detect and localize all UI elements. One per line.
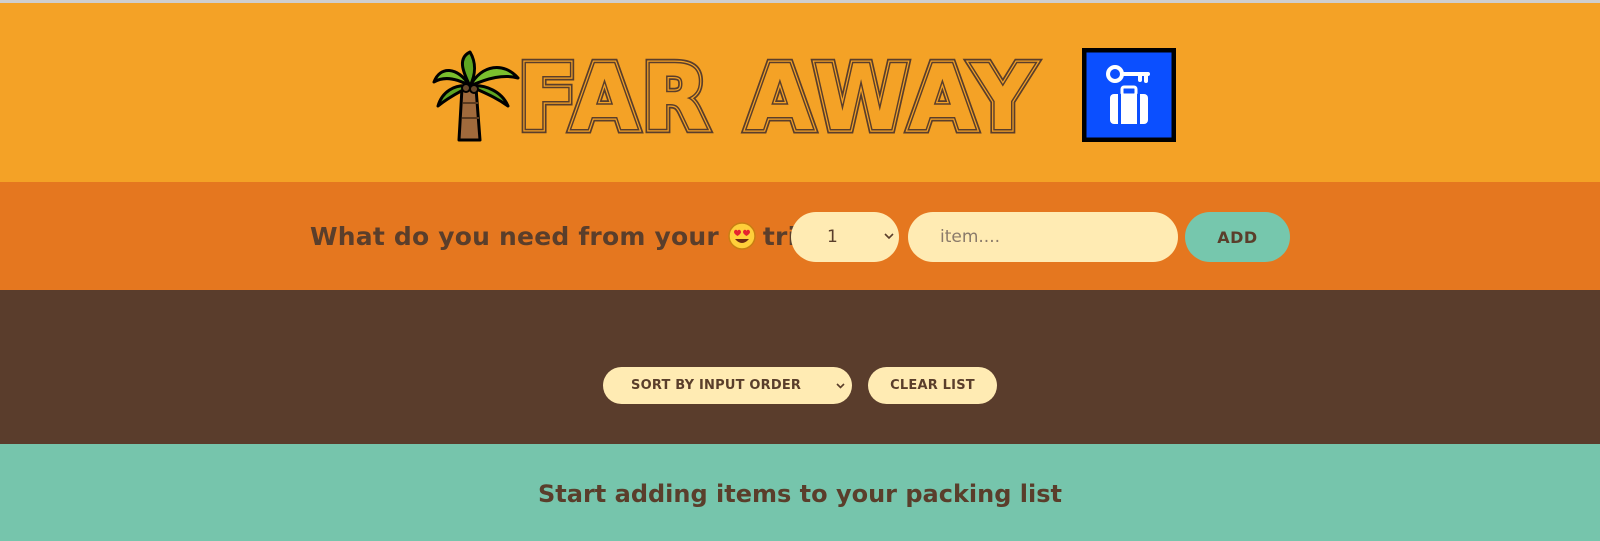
chevron-down-icon — [884, 233, 894, 240]
heart-eyes-emoji-icon — [728, 222, 756, 250]
add-item-form: What do you need from your trip? 1 item.… — [0, 182, 1600, 290]
prompt-text: What do you need from your — [310, 221, 719, 251]
quantity-value: 1 — [827, 227, 838, 247]
clear-list-button[interactable]: CLEAR LIST — [868, 367, 997, 404]
stats-footer: Start adding items to your packing list — [0, 444, 1600, 541]
palm-tree-icon — [432, 50, 520, 142]
item-input-placeholder: item.... — [940, 227, 1001, 247]
packing-list: SORT BY INPUT ORDER CLEAR LIST — [0, 290, 1600, 444]
quantity-select[interactable]: 1 — [791, 212, 899, 262]
form-prompt: What do you need from your trip? — [310, 221, 829, 251]
chevron-down-icon — [836, 383, 845, 389]
svg-text:FAR AWAY: FAR AWAY — [518, 46, 1038, 141]
stats-message: Start adding items to your packing list — [538, 480, 1062, 508]
sort-select-value: SORT BY INPUT ORDER — [631, 378, 802, 393]
app-header: FAR AWAY FAR AWAY FAR AWAY FAR AWAY — [0, 3, 1600, 182]
item-input[interactable]: item.... — [908, 212, 1178, 262]
luggage-key-icon — [1082, 48, 1176, 142]
add-button-label: ADD — [1217, 227, 1258, 247]
app-title: FAR AWAY FAR AWAY FAR AWAY FAR AWAY — [518, 42, 1039, 142]
sort-select[interactable]: SORT BY INPUT ORDER — [603, 367, 852, 404]
clear-list-label: CLEAR LIST — [890, 378, 975, 393]
add-button[interactable]: ADD — [1185, 212, 1290, 262]
